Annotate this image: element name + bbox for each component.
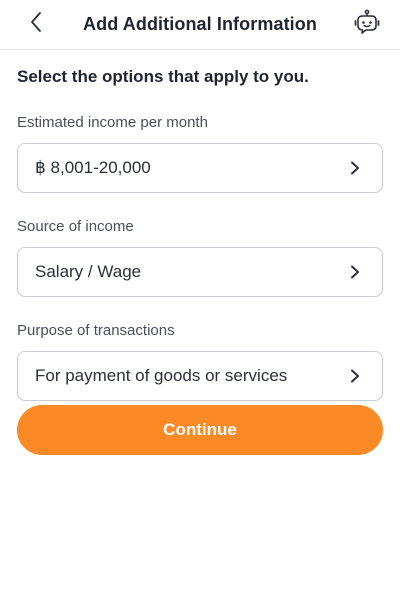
income-label: Estimated income per month — [17, 114, 208, 131]
back-button[interactable] — [22, 10, 50, 38]
income-value: ฿ 8,001-20,000 — [35, 158, 151, 177]
income-field: Estimated income per month ฿ 8,001-20,00… — [17, 113, 383, 193]
chevron-left-icon — [29, 11, 43, 38]
purpose-select[interactable]: For payment of goods or services — [17, 351, 383, 401]
source-value: Salary / Wage — [35, 262, 142, 281]
source-select[interactable]: Salary / Wage — [17, 247, 383, 297]
purpose-value: For payment of goods or services — [35, 366, 288, 385]
purpose-label: Purpose of transactions — [17, 322, 175, 339]
source-label: Source of income — [17, 218, 134, 235]
income-select[interactable]: ฿ 8,001-20,000 — [17, 143, 383, 193]
source-field: Source of income Salary / Wage — [17, 217, 383, 297]
assistant-button[interactable] — [352, 9, 382, 39]
chevron-right-icon — [348, 161, 362, 175]
chatbot-icon — [354, 9, 380, 40]
top-bar: Add Additional Information — [0, 0, 400, 50]
chevron-right-icon — [348, 265, 362, 279]
continue-button[interactable]: Continue — [17, 405, 383, 455]
purpose-field: Purpose of transactions For payment of g… — [17, 321, 383, 401]
page-title: Add Additional Information — [83, 14, 317, 34]
section-heading: Select the options that apply to you. — [17, 67, 309, 86]
chevron-right-icon — [348, 369, 362, 383]
form-content: Select the options that apply to you. Es… — [17, 66, 383, 401]
